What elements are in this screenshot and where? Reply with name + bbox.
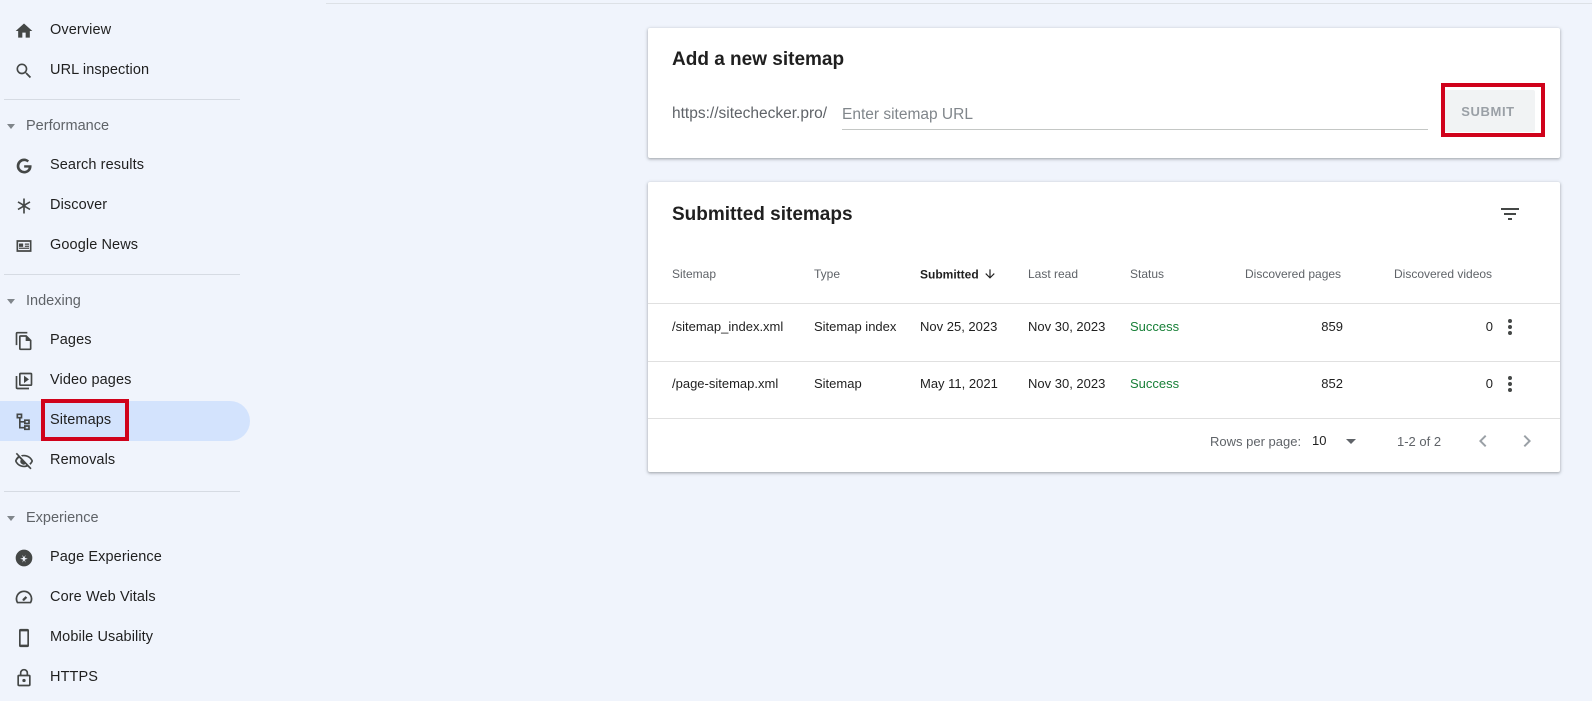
sidebar-item-label: Page Experience	[50, 549, 162, 565]
home-icon	[14, 21, 34, 41]
cell-sitemap: /page-sitemap.xml	[672, 376, 779, 391]
cell-type: Sitemap index	[814, 319, 897, 334]
cell-submitted: Nov 25, 2023	[920, 319, 998, 334]
cell-discovered-videos: 0	[1485, 376, 1493, 391]
sidebar-divider	[4, 99, 240, 100]
header-divider	[326, 3, 1592, 4]
cell-discovered-videos: 0	[1485, 319, 1493, 334]
sidebar-item-core-web-vitals[interactable]: Core Web Vitals	[0, 578, 250, 618]
sidebar-item-label: HTTPS	[50, 669, 99, 685]
column-header-last-read[interactable]: Last read	[1028, 267, 1078, 281]
submitted-sitemaps-card: Submitted sitemaps Sitemap Type Submitte…	[648, 182, 1560, 472]
arrow-down-icon	[983, 267, 997, 284]
page-range: 1-2 of 2	[1397, 434, 1442, 449]
column-header-discovered-pages[interactable]: Discovered pages	[1245, 267, 1341, 281]
sidebar-item-url-inspection[interactable]: URL inspection	[0, 51, 250, 91]
sitemap-url-input[interactable]	[842, 100, 1428, 130]
more-vert-icon[interactable]	[1498, 372, 1522, 396]
sidebar-item-label: Video pages	[50, 372, 132, 388]
sidebar-item-label: Removals	[50, 452, 116, 468]
cell-discovered-pages: 852	[1321, 376, 1343, 391]
sidebar-item-label: Mobile Usability	[50, 629, 154, 645]
cell-sitemap: /sitemap_index.xml	[672, 319, 784, 334]
sidebar-item-google-news[interactable]: Google News	[0, 226, 250, 266]
cell-last-read: Nov 30, 2023	[1028, 376, 1106, 391]
submit-button[interactable]: SUBMIT	[1441, 90, 1535, 132]
cell-last-read: Nov 30, 2023	[1028, 319, 1106, 334]
column-header-label: Submitted	[920, 267, 979, 282]
section-label: Indexing	[26, 293, 81, 309]
sidebar-item-overview[interactable]: Overview	[0, 11, 250, 51]
sidebar-item-label: Google News	[50, 237, 139, 253]
caret-down-icon	[7, 124, 15, 129]
cell-status: Success	[1130, 319, 1180, 334]
cell-submitted: May 11, 2021	[920, 376, 998, 391]
sidebar-item-label: Pages	[50, 332, 92, 348]
row-divider	[648, 303, 1560, 304]
chevron-left-icon[interactable]	[1471, 429, 1495, 453]
caret-down-icon	[7, 299, 15, 304]
row-divider	[648, 418, 1560, 419]
add-sitemap-card: Add a new sitemap https://sitechecker.pr…	[648, 28, 1560, 158]
page-experience-icon	[14, 548, 34, 568]
sidebar-item-sitemaps[interactable]: Sitemaps	[0, 401, 250, 441]
pages-icon	[14, 331, 34, 351]
gauge-icon	[14, 588, 34, 608]
column-header-discovered-videos[interactable]: Discovered videos	[1394, 267, 1492, 281]
google-g-icon	[14, 156, 34, 176]
sidebar-divider	[4, 274, 240, 275]
sidebar-item-search-results[interactable]: Search results	[0, 146, 250, 186]
submitted-sitemaps-title: Submitted sitemaps	[672, 204, 853, 225]
phone-icon	[14, 628, 34, 648]
sidebar-item-label: Sitemaps	[50, 412, 112, 428]
sidebar-item-mobile-usability[interactable]: Mobile Usability	[0, 618, 250, 658]
section-label: Performance	[26, 118, 110, 134]
section-experience[interactable]: Experience	[0, 504, 240, 534]
sidebar-item-label: Discover	[50, 197, 108, 213]
column-header-submitted[interactable]: Submitted	[920, 267, 997, 284]
chevron-right-icon[interactable]	[1515, 429, 1539, 453]
rows-per-page-label: Rows per page:	[1210, 434, 1302, 449]
column-header-sitemap[interactable]: Sitemap	[672, 267, 716, 281]
cell-type: Sitemap	[814, 376, 862, 391]
sidebar: Overview URL inspection Performance Sear…	[0, 0, 252, 701]
news-icon	[14, 236, 34, 256]
add-sitemap-title: Add a new sitemap	[672, 49, 845, 70]
sidebar-item-removals[interactable]: Removals	[0, 441, 250, 481]
sidebar-item-label: Core Web Vitals	[50, 589, 156, 605]
url-prefix: https://sitechecker.pro/	[672, 105, 828, 122]
lock-icon	[14, 668, 34, 688]
rows-per-page-select[interactable]: 10	[1312, 432, 1356, 452]
video-pages-icon	[14, 371, 34, 391]
column-header-type[interactable]: Type	[814, 267, 840, 281]
sidebar-item-label: Overview	[50, 22, 112, 38]
section-indexing[interactable]: Indexing	[0, 287, 240, 317]
sidebar-item-label: Search results	[50, 157, 145, 173]
caret-down-icon	[7, 516, 15, 521]
asterisk-icon	[14, 196, 34, 216]
rows-per-page-value: 10	[1312, 433, 1327, 448]
sidebar-divider	[4, 491, 240, 492]
section-label: Experience	[26, 510, 99, 526]
sidebar-item-pages[interactable]: Pages	[0, 321, 250, 361]
sidebar-item-https[interactable]: HTTPS	[0, 658, 250, 698]
cell-status: Success	[1130, 376, 1180, 391]
sitemap-icon	[14, 411, 34, 431]
row-divider	[648, 361, 1560, 362]
cell-discovered-pages: 859	[1321, 319, 1343, 334]
filter-icon[interactable]	[1498, 202, 1522, 226]
sidebar-item-discover[interactable]: Discover	[0, 186, 250, 226]
search-icon	[14, 61, 34, 81]
dropdown-arrow-icon	[1346, 439, 1356, 444]
section-performance[interactable]: Performance	[0, 112, 240, 142]
sidebar-item-video-pages[interactable]: Video pages	[0, 361, 250, 401]
column-header-status[interactable]: Status	[1130, 267, 1164, 281]
eye-off-icon	[14, 451, 34, 471]
sidebar-item-page-experience[interactable]: Page Experience	[0, 538, 250, 578]
more-vert-icon[interactable]	[1498, 315, 1522, 339]
sidebar-item-label: URL inspection	[50, 62, 150, 78]
